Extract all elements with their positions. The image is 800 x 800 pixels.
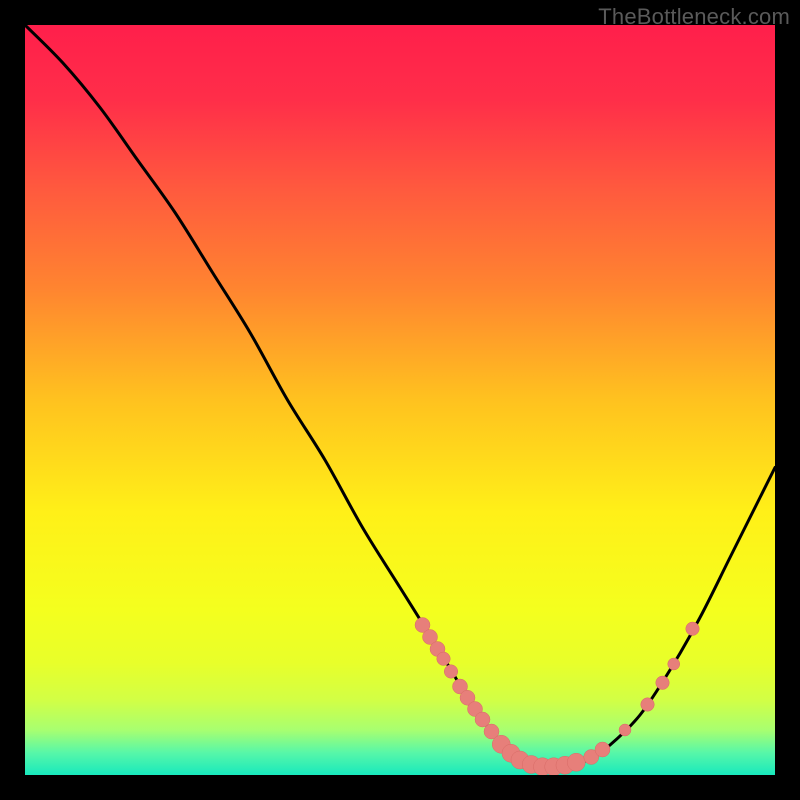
data-marker — [437, 652, 451, 666]
data-marker — [656, 676, 670, 690]
chart-svg — [25, 25, 775, 775]
gradient-background — [25, 25, 775, 775]
data-marker — [595, 742, 610, 757]
data-marker — [567, 753, 585, 771]
plot-area — [25, 25, 775, 775]
data-marker — [641, 698, 655, 712]
watermark-text: TheBottleneck.com — [598, 4, 790, 30]
data-marker — [444, 665, 458, 679]
data-marker — [668, 658, 680, 670]
data-marker — [686, 622, 700, 636]
data-marker — [619, 724, 631, 736]
chart-frame: TheBottleneck.com — [0, 0, 800, 800]
